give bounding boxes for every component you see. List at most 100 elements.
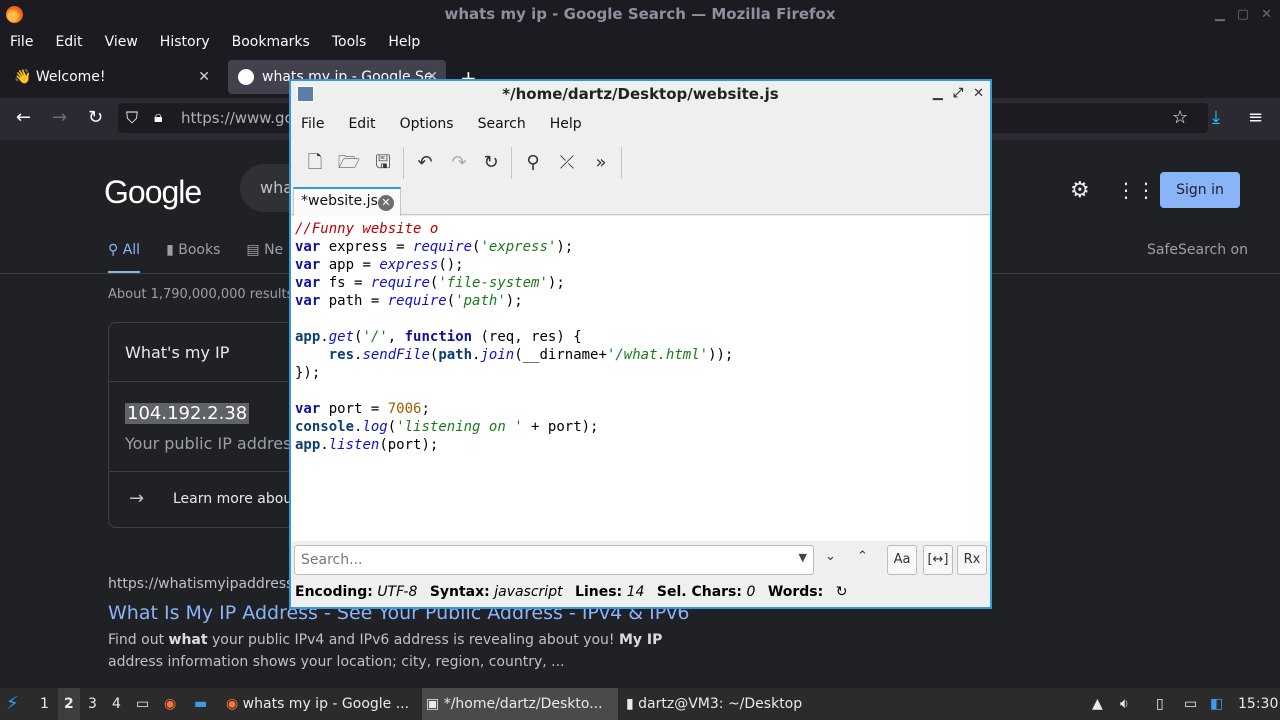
start-menu-icon[interactable]: ⚡: [6, 688, 19, 720]
menu-options[interactable]: Options: [400, 116, 454, 132]
menu-tools[interactable]: Tools: [332, 34, 367, 50]
shield-icon[interactable]: ⛉: [126, 108, 138, 128]
chevron-down-icon[interactable]: ▼: [799, 551, 807, 564]
bookmark-star-icon[interactable]: ☆: [1172, 108, 1188, 128]
code-token: var: [295, 293, 321, 309]
undo-icon[interactable]: ↶: [413, 151, 437, 175]
close-tab-icon[interactable]: ✕: [198, 69, 210, 85]
menu-bookmarks[interactable]: Bookmarks: [232, 34, 310, 50]
menu-view[interactable]: View: [105, 34, 138, 50]
code-line[interactable]: var fs = require('file-system');: [295, 274, 990, 292]
tab-welcome[interactable]: 👋 Welcome! ✕: [4, 60, 218, 94]
menu-history[interactable]: History: [160, 34, 210, 50]
menu-search[interactable]: Search: [478, 116, 526, 132]
task-terminal[interactable]: ▮ dartz@VM3: ~/Desktop: [622, 688, 822, 720]
result-url[interactable]: https://whatismyipaddress.co: [108, 576, 314, 592]
code-line[interactable]: app.listen(port);: [295, 436, 990, 454]
firefox-launcher-icon[interactable]: ◉: [164, 688, 176, 720]
close-tab-icon[interactable]: ✕: [378, 195, 394, 211]
code-token: app =: [320, 257, 380, 273]
save-icon[interactable]: 🖫︎: [371, 151, 395, 175]
match-case-button[interactable]: Aa: [887, 545, 917, 575]
code-line[interactable]: });: [295, 364, 990, 382]
tray-up-icon[interactable]: ▲: [1092, 688, 1103, 720]
volume-icon[interactable]: 🔉︎: [1120, 688, 1129, 720]
find-previous-icon[interactable]: ⌃: [857, 549, 868, 564]
search-input[interactable]: Search... ▼: [294, 545, 814, 575]
code-line[interactable]: //Funny website o: [295, 220, 990, 238]
code-line[interactable]: var app = express();: [295, 256, 990, 274]
search-placeholder: Search...: [301, 552, 363, 568]
learn-more-link[interactable]: Learn more about: [173, 491, 298, 507]
code-token: );: [556, 239, 574, 255]
code-line[interactable]: res.sendFile(path.join(__dirname+'/what.…: [295, 346, 990, 364]
code-line[interactable]: console.log('listening on ' + port);: [295, 418, 990, 436]
minimize-icon[interactable]: ▁: [1215, 0, 1225, 29]
code-editor[interactable]: //Funny website o var express = require('…: [291, 216, 990, 541]
menu-help[interactable]: Help: [550, 116, 582, 132]
redo-icon[interactable]: ↷: [447, 151, 471, 175]
status-lines: 14: [626, 584, 645, 600]
desktop-icon[interactable]: ▬: [194, 688, 207, 720]
code-line[interactable]: [295, 310, 990, 328]
menu-edit[interactable]: Edit: [348, 116, 375, 132]
open-folder-icon[interactable]: 🗁︎: [337, 151, 361, 175]
tab-books[interactable]: ▮ Books: [166, 242, 220, 274]
maximize-icon[interactable]: ▢: [1237, 0, 1249, 29]
code-token: var: [295, 257, 321, 273]
regex-button[interactable]: Rx: [957, 545, 987, 575]
find-icon[interactable]: ⚲: [521, 151, 545, 175]
firefox-logo-icon: [6, 6, 23, 23]
sign-in-button[interactable]: Sign in: [1160, 172, 1240, 208]
close-icon[interactable]: ✕: [1261, 0, 1272, 29]
minimize-icon[interactable]: ▁: [933, 81, 943, 107]
code-token: ;: [421, 401, 430, 417]
tab-news[interactable]: ▤ Ne: [246, 242, 283, 274]
find-next-icon[interactable]: ⌄: [825, 549, 836, 564]
workspace-1[interactable]: 1: [40, 688, 49, 720]
find-replace-icon[interactable]: ⤫: [555, 151, 579, 175]
reload-icon[interactable]: ↻: [88, 108, 103, 128]
code-token: );: [505, 293, 523, 309]
clock[interactable]: 15:30: [1238, 688, 1278, 720]
safesearch-label[interactable]: SafeSearch on: [1147, 242, 1248, 258]
downloads-icon[interactable]: ⤓: [1212, 108, 1220, 128]
network-icon[interactable]: ▭: [1184, 688, 1197, 720]
more-chevron-icon[interactable]: »: [589, 151, 613, 175]
google-logo[interactable]: Google: [104, 174, 202, 211]
hamburger-menu-icon[interactable]: ≡: [1248, 108, 1263, 128]
workspace-3[interactable]: 3: [88, 688, 97, 720]
editor-tab-website-js[interactable]: *website.js ✕: [293, 187, 401, 216]
file-manager-icon[interactable]: ▭: [136, 688, 149, 720]
url-text[interactable]: https://www.goo: [181, 109, 303, 127]
code-line[interactable]: [295, 382, 990, 400]
forward-icon[interactable]: →: [52, 108, 67, 128]
new-file-icon[interactable]: 🗋︎: [303, 151, 327, 175]
refresh-word-count-icon[interactable]: ↻: [836, 584, 848, 600]
settings-gear-icon[interactable]: ⚙: [1070, 178, 1090, 203]
back-icon[interactable]: ←: [16, 108, 31, 128]
menu-file[interactable]: File: [301, 116, 324, 132]
workspace-4[interactable]: 4: [112, 688, 121, 720]
update-icon[interactable]: ◧: [1210, 688, 1223, 720]
code-line[interactable]: var express = require('express');: [295, 238, 990, 256]
code-line[interactable]: var port = 7006;: [295, 400, 990, 418]
tab-all[interactable]: ⚲ All: [108, 242, 141, 274]
close-icon[interactable]: ✕: [973, 81, 984, 107]
whole-word-button[interactable]: [↔]: [923, 545, 953, 575]
menu-help[interactable]: Help: [388, 34, 420, 50]
code-token: .: [320, 437, 329, 453]
code-line[interactable]: var path = require('path');: [295, 292, 990, 310]
menu-file[interactable]: File: [10, 34, 33, 50]
status-selchars-label: Sel. Chars:: [656, 584, 742, 600]
lock-icon[interactable]: 🔒︎: [154, 107, 163, 127]
clipboard-icon[interactable]: ▯: [1156, 688, 1164, 720]
menu-edit[interactable]: Edit: [55, 34, 82, 50]
ip-address-value[interactable]: 104.192.2.38: [125, 403, 250, 424]
restore-icon[interactable]: ⤢: [953, 81, 963, 107]
workspace-2[interactable]: 2: [58, 688, 80, 720]
code-line[interactable]: app.get('/', function (req, res) {: [295, 328, 990, 346]
task-editor[interactable]: ▣ */home/dartz/Deskto...: [422, 688, 618, 720]
reload-icon[interactable]: ↻: [479, 151, 503, 175]
task-firefox[interactable]: ◉ whats my ip - Google ...: [222, 688, 418, 720]
